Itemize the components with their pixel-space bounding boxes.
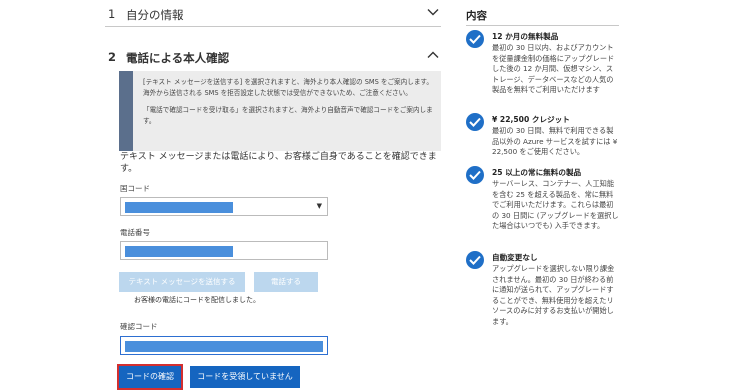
step-title: 自分の情報 (126, 8, 184, 22)
masked-value (125, 246, 233, 257)
dropdown-caret-icon: ▼ (316, 202, 322, 210)
chevron-down-icon[interactable] (427, 6, 439, 18)
country-code-select[interactable]: ▼ (120, 197, 328, 216)
masked-value (125, 202, 233, 213)
notice-accent-bar (119, 71, 133, 151)
phone-number-input[interactable] (120, 241, 328, 260)
benefit-name: 自動変更なし (492, 253, 538, 262)
sms-notice: [テキスト メッセージを送信する] を選択されますと、海外より本人確認の SMS… (119, 71, 441, 151)
step-number: 2 (108, 50, 117, 64)
step-1-header[interactable]: 1 自分の情報 (105, 0, 441, 26)
benefit-description: サーバーレス、コンテナー、人工知能を含む 25 を超える製品を、常に無料でご利用… (492, 179, 619, 231)
step-title: 電話による本人確認 (126, 51, 230, 65)
checkmark-icon (466, 30, 484, 48)
chevron-up-icon[interactable] (427, 49, 439, 61)
checkmark-icon (466, 166, 484, 184)
send-text-button[interactable]: テキスト メッセージを送信する (119, 272, 245, 292)
code-not-received-button[interactable]: コードを受領していません (190, 366, 300, 388)
step-number: 1 (108, 7, 116, 21)
sidebar-title: 内容 (466, 10, 487, 22)
divider (466, 25, 619, 26)
masked-value (125, 341, 323, 352)
notice-paragraph: [テキスト メッセージを送信する] を選択されますと、海外より本人確認の SMS… (143, 78, 433, 97)
benefit-description: 最初の 30 日間、無料で利用できる製品以外の Azure サービスを試すには … (492, 126, 618, 157)
confirm-code-button[interactable]: コードの確認 (117, 364, 183, 390)
notice-paragraph: 「電話で確認コードを受け取る」を選択されますと、海外より自動音声で確認コードをご… (143, 106, 433, 125)
benefit-name: 25 以上の常に無料の製品 (492, 168, 582, 177)
step-2-header[interactable]: 2 電話による本人確認 (105, 43, 441, 69)
divider (105, 26, 441, 27)
verification-code-label: 確認コード (120, 322, 158, 331)
code-sent-note: お客様の電話にコードを配信しました。 (134, 296, 260, 304)
country-code-label: 国コード (120, 184, 150, 193)
benefit-name: ¥ 22,500 クレジット (492, 115, 570, 124)
call-button[interactable]: 電話する (254, 272, 318, 292)
checkmark-icon (466, 113, 484, 131)
benefit-description: アップグレードを選択しない限り課金されません。最初の 30 日が終わる前に通知が… (492, 264, 615, 326)
phone-number-label: 電話番号 (120, 228, 150, 237)
benefit-name: 12 か月の無料製品 (492, 32, 559, 41)
verification-code-input[interactable] (120, 336, 328, 355)
checkmark-icon (466, 251, 484, 269)
benefit-description: 最初の 30 日以内、およびアカウントを従量課金制の価格にアップグレードした後の… (492, 43, 615, 95)
verification-intro: テキスト メッセージまたは電話により、お客様ご自身であることを確認できます。 (120, 152, 437, 174)
